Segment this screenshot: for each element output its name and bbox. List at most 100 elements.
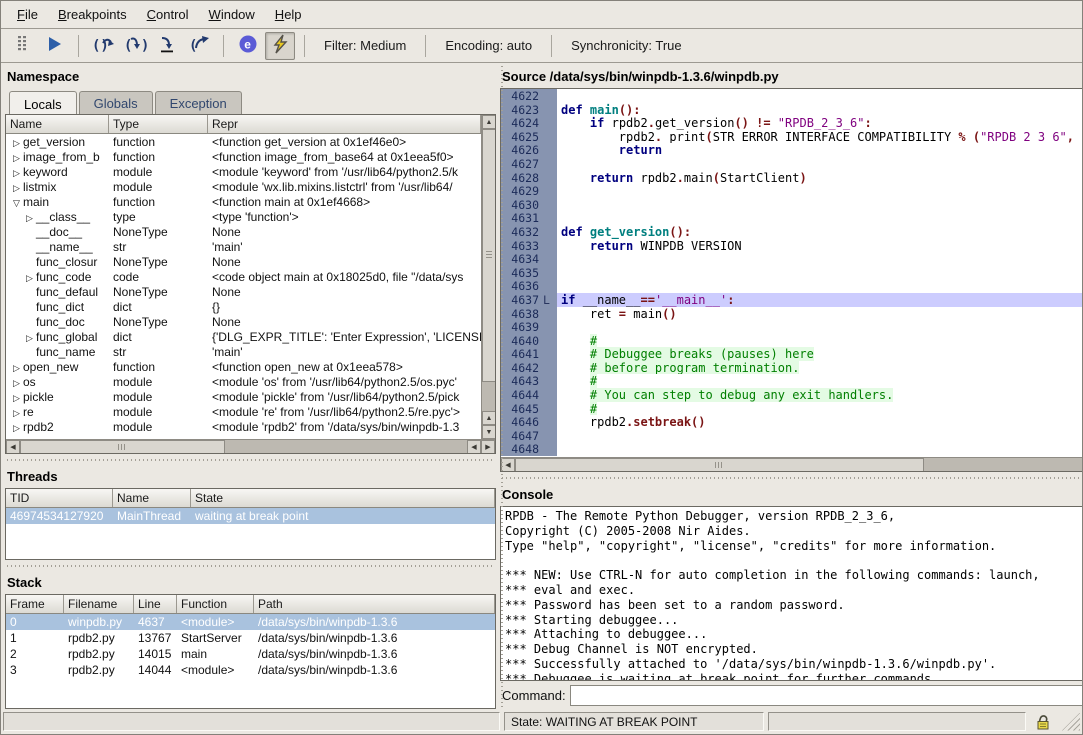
line-number-gutter[interactable]: 4640 xyxy=(501,334,557,348)
line-number-gutter[interactable]: 4638 xyxy=(501,307,557,321)
stack-frame-row[interactable]: 3rpdb2.py14044<module>/data/sys/bin/winp… xyxy=(6,662,495,678)
namespace-row[interactable]: ▷picklemodule<module 'pickle' from '/usr… xyxy=(6,389,481,404)
line-number-gutter[interactable]: 4625 xyxy=(501,130,557,144)
namespace-row[interactable]: __doc__NoneTypeNone xyxy=(6,224,481,239)
expander-collapsed-icon[interactable]: ▷ xyxy=(10,423,23,434)
namespace-row[interactable]: func_namestr'main' xyxy=(6,344,481,359)
return-button[interactable] xyxy=(152,32,182,60)
menu-control[interactable]: Control xyxy=(137,3,199,26)
namespace-row[interactable]: func_dictdict{} xyxy=(6,299,481,314)
line-number-gutter[interactable]: 4631 xyxy=(501,211,557,225)
stack-frame-row[interactable]: 0winpdb.py4637<module>/data/sys/bin/winp… xyxy=(6,614,495,630)
splitter-handle[interactable] xyxy=(500,472,1083,484)
expander-collapsed-icon[interactable]: ▷ xyxy=(23,213,36,224)
stack-frame-row[interactable]: 1rpdb2.py13767StartServer/data/sys/bin/w… xyxy=(6,630,495,646)
scroll-left-icon[interactable]: ◀ xyxy=(6,440,20,454)
splitter-handle[interactable] xyxy=(5,454,496,466)
menu-breakpoints[interactable]: Breakpoints xyxy=(48,3,137,26)
expander-collapsed-icon[interactable]: ▷ xyxy=(10,168,23,179)
expander-collapsed-icon[interactable]: ▷ xyxy=(10,183,23,194)
column-header-function[interactable]: Function xyxy=(177,595,254,613)
scroll-up-icon[interactable]: ▲ xyxy=(482,115,495,129)
expander-collapsed-icon[interactable]: ▷ xyxy=(10,408,23,419)
expander-collapsed-icon[interactable]: ▷ xyxy=(10,153,23,164)
line-number-gutter[interactable]: 4623 xyxy=(501,103,557,117)
step-into-button[interactable]: ( ) xyxy=(120,32,150,60)
line-number-gutter[interactable]: 4643 xyxy=(501,374,557,388)
line-number-gutter[interactable]: 4626 xyxy=(501,143,557,157)
synchronicity-button[interactable] xyxy=(265,32,295,60)
source-horizontal-scrollbar[interactable]: ◀ ◀ ▶ xyxy=(501,457,1083,471)
line-number-gutter[interactable]: 4647 xyxy=(501,429,557,443)
expander-collapsed-icon[interactable]: ▷ xyxy=(10,138,23,149)
namespace-row[interactable]: ▷keywordmodule<module 'keyword' from '/u… xyxy=(6,164,481,179)
namespace-row[interactable]: ▷get_versionfunction<function get_versio… xyxy=(6,134,481,149)
scroll-down-icon[interactable]: ▼ xyxy=(482,425,495,439)
menu-window[interactable]: Window xyxy=(199,3,265,26)
namespace-vertical-scrollbar[interactable]: ▲ ▲ ▼ xyxy=(481,115,495,439)
column-header-name[interactable]: Name xyxy=(113,489,191,507)
namespace-row[interactable]: __name__str'main' xyxy=(6,239,481,254)
line-number-gutter[interactable]: 4635 xyxy=(501,266,557,280)
tab-exception[interactable]: Exception xyxy=(155,91,242,114)
line-number-gutter[interactable]: 4637L xyxy=(501,293,557,307)
line-number-gutter[interactable]: 4639 xyxy=(501,320,557,334)
thread-row[interactable]: 46974534127920MainThreadwaiting at break… xyxy=(6,508,495,524)
command-input[interactable] xyxy=(570,685,1083,706)
column-header-path[interactable]: Path xyxy=(254,595,495,613)
namespace-row[interactable]: ▷rpdb2module<module 'rpdb2' from '/data/… xyxy=(6,419,481,434)
tab-globals[interactable]: Globals xyxy=(79,91,153,114)
column-header-repr[interactable]: Repr xyxy=(208,115,481,133)
namespace-row[interactable]: func_defaulNoneTypeNone xyxy=(6,284,481,299)
expander-collapsed-icon[interactable]: ▷ xyxy=(23,273,36,284)
line-number-gutter[interactable]: 4632 xyxy=(501,225,557,239)
column-header-line[interactable]: Line xyxy=(134,595,177,613)
line-number-gutter[interactable]: 4634 xyxy=(501,252,557,266)
scroll-right-icon[interactable]: ▶ xyxy=(481,440,495,454)
namespace-horizontal-scrollbar[interactable]: ◀ ◀ ▶ xyxy=(6,439,495,453)
break-button[interactable] xyxy=(7,32,37,60)
encoding-button[interactable]: e xyxy=(233,32,263,60)
line-number-gutter[interactable]: 4644 xyxy=(501,388,557,402)
namespace-row[interactable]: func_closurNoneTypeNone xyxy=(6,254,481,269)
namespace-row[interactable]: ▷func_globaldict{'DLG_EXPR_TITLE': 'Ente… xyxy=(6,329,481,344)
namespace-row[interactable]: ▷func_codecode<code object main at 0x180… xyxy=(6,269,481,284)
namespace-row[interactable]: ▽mainfunction<function main at 0x1ef4668… xyxy=(6,194,481,209)
scrollbar-thumb[interactable] xyxy=(20,440,225,454)
tab-locals[interactable]: Locals xyxy=(9,91,77,115)
line-number-gutter[interactable]: 4629 xyxy=(501,184,557,198)
line-number-gutter[interactable]: 4648 xyxy=(501,442,557,456)
splitter-handle[interactable] xyxy=(5,560,496,572)
line-number-gutter[interactable]: 4622 xyxy=(501,89,557,103)
goto-button[interactable]: ( xyxy=(184,32,214,60)
stack-frame-row[interactable]: 2rpdb2.py14015main/data/sys/bin/winpdb-1… xyxy=(6,646,495,662)
line-number-gutter[interactable]: 4633 xyxy=(501,239,557,253)
line-number-gutter[interactable]: 4645 xyxy=(501,402,557,416)
scroll-up-icon[interactable]: ▲ xyxy=(482,411,495,425)
column-header-state[interactable]: State xyxy=(191,489,495,507)
namespace-row[interactable]: func_docNoneTypeNone xyxy=(6,314,481,329)
line-number-gutter[interactable]: 4624 xyxy=(501,116,557,130)
namespace-row[interactable]: ▷open_newfunction<function open_new at 0… xyxy=(6,359,481,374)
column-header-type[interactable]: Type xyxy=(109,115,208,133)
namespace-row[interactable]: ▷image_from_bfunction<function image_fro… xyxy=(6,149,481,164)
expander-collapsed-icon[interactable]: ▷ xyxy=(23,333,36,344)
namespace-row[interactable]: ▷__class__type<type 'function'> xyxy=(6,209,481,224)
column-header-frame[interactable]: Frame xyxy=(6,595,64,613)
namespace-row[interactable]: ▷osmodule<module 'os' from '/usr/lib64/p… xyxy=(6,374,481,389)
expander-collapsed-icon[interactable]: ▷ xyxy=(10,378,23,389)
resize-grip[interactable] xyxy=(1062,713,1080,731)
go-button[interactable] xyxy=(39,32,69,60)
expander-expanded-icon[interactable]: ▽ xyxy=(10,198,23,209)
line-number-gutter[interactable]: 4641 xyxy=(501,347,557,361)
line-number-gutter[interactable]: 4627 xyxy=(501,157,557,171)
namespace-row[interactable]: ▷listmixmodule<module 'wx.lib.mixins.lis… xyxy=(6,179,481,194)
column-header-tid[interactable]: TID xyxy=(6,489,113,507)
namespace-row[interactable]: ▷remodule<module 're' from '/usr/lib64/p… xyxy=(6,404,481,419)
line-number-gutter[interactable]: 4628 xyxy=(501,171,557,185)
column-header-filename[interactable]: Filename xyxy=(64,595,134,613)
line-number-gutter[interactable]: 4630 xyxy=(501,198,557,212)
scrollbar-thumb[interactable] xyxy=(482,129,495,382)
next-button[interactable]: () xyxy=(88,32,118,60)
line-number-gutter[interactable]: 4636 xyxy=(501,279,557,293)
